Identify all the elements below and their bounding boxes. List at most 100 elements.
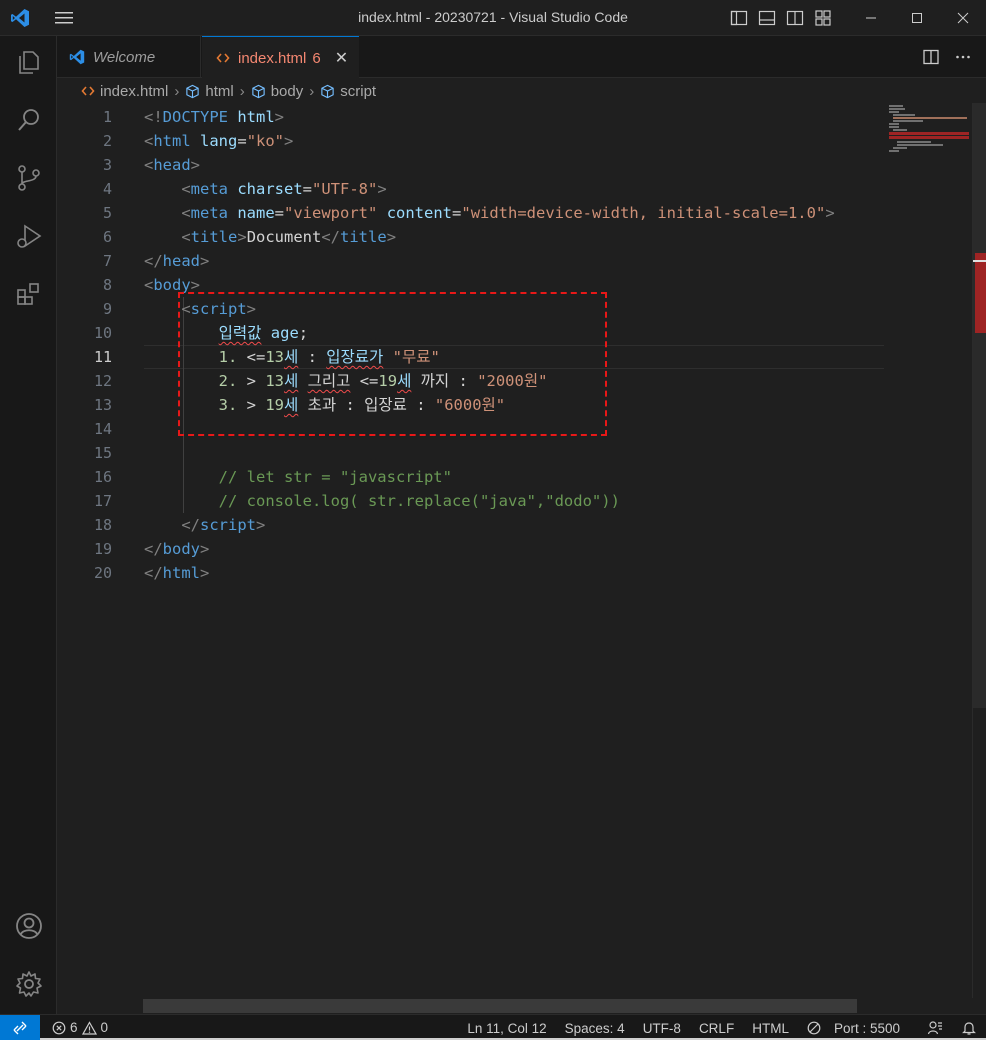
error-icon bbox=[52, 1021, 66, 1034]
language-mode[interactable]: HTML bbox=[743, 1021, 798, 1036]
code-token: script bbox=[200, 516, 256, 534]
code-token: "ko" bbox=[246, 132, 285, 150]
breadcrumb-item-file[interactable]: index.html bbox=[81, 83, 168, 100]
toggle-panel-icon[interactable] bbox=[758, 9, 776, 27]
code-line[interactable]: <title>Document</title> bbox=[144, 225, 884, 249]
toggle-secondary-sidebar-icon[interactable] bbox=[786, 9, 804, 27]
source-control-icon[interactable] bbox=[13, 162, 45, 194]
code-editor[interactable]: 1 2 3 4 5 6 7 8 9 10 11 12 13 14 15 16 17 18 19 20 <!DOCTYP… bbox=[57, 103, 986, 1014]
html-file-icon bbox=[216, 51, 230, 65]
notifications-bell-icon[interactable] bbox=[952, 1020, 986, 1036]
code-token: head bbox=[153, 156, 191, 174]
code-token: // console.log( str.replace("java","dodo… bbox=[218, 492, 620, 510]
code-token: html bbox=[153, 132, 191, 150]
tab-welcome[interactable]: Welcome bbox=[57, 36, 201, 78]
split-editor-icon[interactable] bbox=[922, 48, 940, 71]
code-line[interactable]: // console.log( str.replace("java","dodo… bbox=[144, 489, 884, 513]
code-line[interactable]: // let str = "javascript" bbox=[144, 465, 884, 489]
code-token: content bbox=[386, 204, 453, 222]
line-number-gutter: 1 2 3 4 5 6 7 8 9 10 11 12 13 14 15 16 17 18 19 20 bbox=[57, 105, 117, 585]
code-token: > bbox=[200, 540, 210, 558]
line-number: 1 bbox=[102, 108, 112, 126]
extensions-icon[interactable] bbox=[13, 278, 45, 310]
code-token: </ bbox=[144, 252, 163, 270]
code-token: > bbox=[386, 228, 397, 246]
code-token: > bbox=[200, 252, 210, 270]
horizontal-scrollbar[interactable] bbox=[143, 999, 857, 1013]
tab-index-html[interactable]: index.html 6 ✕ bbox=[202, 36, 359, 79]
symbol-element-icon bbox=[185, 84, 200, 99]
line-number: 2 bbox=[102, 132, 112, 150]
live-server-port[interactable]: Port : 5500 bbox=[798, 1021, 918, 1036]
cursor-position[interactable]: Ln 11, Col 12 bbox=[458, 1021, 555, 1036]
code-token: < bbox=[181, 180, 191, 198]
code-line[interactable]: <meta charset="UTF-8"> bbox=[144, 177, 884, 201]
encoding[interactable]: UTF-8 bbox=[634, 1021, 690, 1036]
code-token: > bbox=[274, 108, 285, 126]
code-token: "UTF-8" bbox=[312, 180, 378, 198]
minimize-icon[interactable] bbox=[848, 0, 894, 36]
code-token: = bbox=[237, 132, 247, 150]
code-line[interactable]: <!DOCTYPE html> bbox=[144, 105, 884, 129]
chevron-right-icon: › bbox=[174, 82, 180, 100]
code-line[interactable]: <html lang="ko"> bbox=[144, 129, 884, 153]
breadcrumb-label: script bbox=[340, 82, 377, 100]
code-line[interactable]: <meta name="viewport" content="width=dev… bbox=[144, 201, 884, 225]
code-token: // let str = "javascript" bbox=[218, 468, 452, 486]
minimap[interactable] bbox=[887, 103, 972, 1014]
breadcrumb-item-script[interactable]: script bbox=[320, 83, 376, 100]
settings-gear-icon[interactable] bbox=[13, 968, 45, 1000]
line-number: 7 bbox=[102, 252, 112, 270]
code-token: DOCTYPE bbox=[162, 108, 228, 126]
code-token: > bbox=[237, 228, 247, 246]
indentation[interactable]: Spaces: 4 bbox=[556, 1021, 634, 1036]
warning-count: 0 bbox=[100, 1020, 109, 1035]
code-token: lang bbox=[200, 132, 238, 150]
code-token: < bbox=[144, 276, 154, 294]
feedback-icon[interactable] bbox=[918, 1020, 952, 1036]
line-number: 11 bbox=[93, 348, 112, 366]
remote-indicator[interactable] bbox=[0, 1015, 40, 1040]
run-debug-icon[interactable] bbox=[13, 220, 45, 252]
cursor-marker bbox=[973, 260, 986, 262]
more-actions-icon[interactable] bbox=[954, 48, 972, 71]
code-token: < bbox=[181, 228, 191, 246]
code-token: </ bbox=[144, 540, 163, 558]
breadcrumb-item-body[interactable]: body bbox=[251, 83, 303, 100]
toggle-primary-sidebar-icon[interactable] bbox=[730, 9, 748, 27]
explorer-icon[interactable] bbox=[13, 46, 45, 78]
end-of-line[interactable]: CRLF bbox=[690, 1021, 743, 1036]
chevron-right-icon: › bbox=[309, 82, 315, 100]
code-token: <! bbox=[144, 108, 163, 126]
vertical-scrollbar[interactable] bbox=[972, 103, 986, 998]
close-icon[interactable]: ✕ bbox=[335, 48, 348, 68]
code-line[interactable]: </html> bbox=[144, 561, 884, 585]
breadcrumb-item-html[interactable]: html bbox=[185, 83, 234, 100]
code-token: = bbox=[302, 180, 313, 198]
maximize-icon[interactable] bbox=[894, 0, 940, 36]
code-line[interactable] bbox=[144, 441, 884, 465]
code-line[interactable]: <head> bbox=[144, 153, 884, 177]
line-number: 3 bbox=[102, 156, 112, 174]
close-window-icon[interactable] bbox=[940, 0, 986, 36]
problems-indicator[interactable]: 6 0 bbox=[52, 1020, 108, 1035]
error-marker bbox=[975, 253, 986, 333]
code-token: </ bbox=[181, 516, 200, 534]
code-token: name bbox=[237, 204, 275, 222]
scrollbar-thumb[interactable] bbox=[973, 103, 986, 708]
code-token: < bbox=[144, 132, 154, 150]
code-line[interactable]: </head> bbox=[144, 249, 884, 273]
line-number: 10 bbox=[93, 324, 112, 342]
search-icon[interactable] bbox=[13, 104, 45, 136]
code-line[interactable]: </body> bbox=[144, 537, 884, 561]
line-number: 12 bbox=[93, 372, 112, 390]
code-line[interactable]: </script> bbox=[144, 513, 884, 537]
customize-layout-icon[interactable] bbox=[814, 9, 832, 27]
accounts-icon[interactable] bbox=[13, 910, 45, 942]
